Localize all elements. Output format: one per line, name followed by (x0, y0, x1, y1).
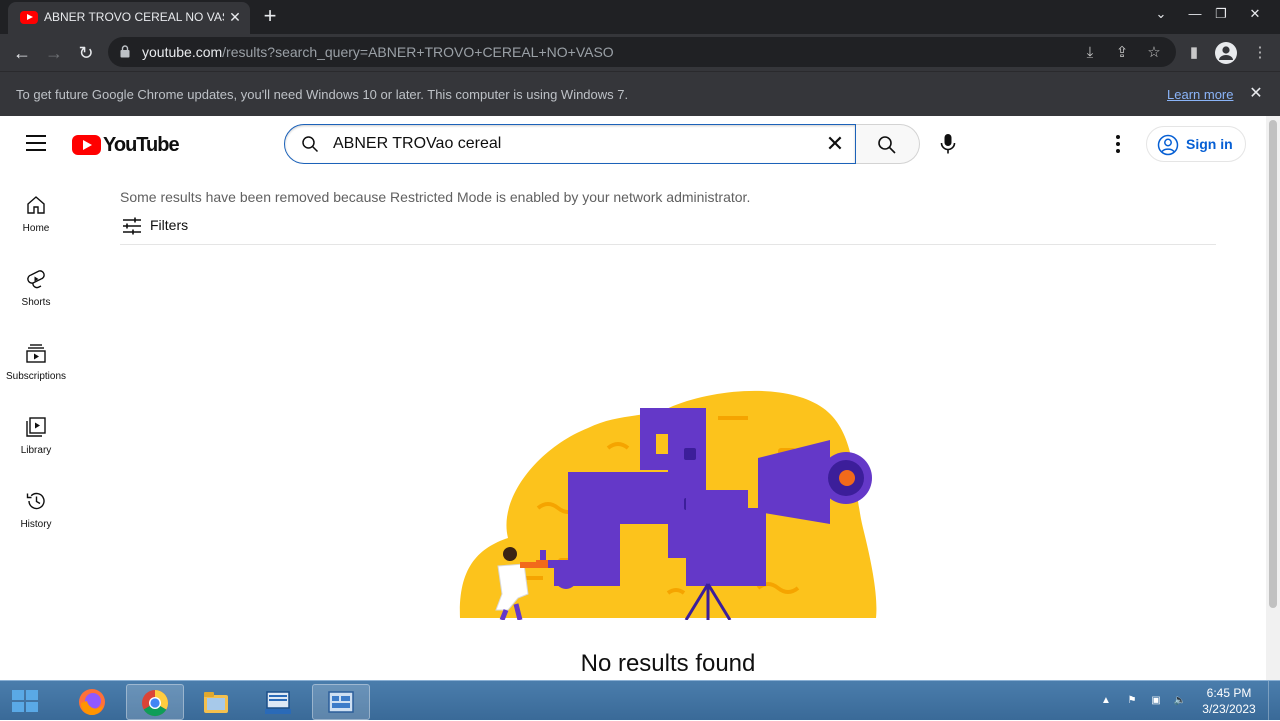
browser-tab[interactable]: ABNER TROVO CEREAL NO VASO ✕ (8, 2, 250, 34)
filters-label: Filters (150, 217, 189, 233)
back-button[interactable]: ← (8, 39, 36, 67)
search-input[interactable] (333, 133, 813, 155)
learn-more-link[interactable]: Learn more (1167, 87, 1233, 102)
install-icon[interactable]: ⤓ (1080, 43, 1100, 63)
clear-search-icon[interactable]: ✕ (825, 133, 845, 155)
restore-button[interactable]: ❐ (1206, 2, 1236, 26)
youtube-header: YouTube ✕ Sign in (0, 116, 1266, 172)
logo-text: YouTube (103, 134, 180, 156)
close-window-button[interactable]: ✕ (1240, 2, 1270, 26)
more-options-icon[interactable] (1108, 132, 1128, 156)
subscriptions-icon (26, 344, 46, 363)
network-icon[interactable]: ▣ (1148, 693, 1164, 709)
taskbar-app-firefox[interactable] (64, 684, 122, 720)
volume-muted-icon[interactable]: 🔈 (1172, 693, 1188, 709)
forward-button[interactable]: → (40, 39, 68, 67)
clock-time[interactable]: 6:45 PM (1199, 686, 1259, 700)
no-results-illustration (459, 390, 877, 620)
tab-title: ABNER TROVO CEREAL NO VASO (44, 10, 224, 24)
show-hidden-icons-icon[interactable]: ▲ (1098, 693, 1114, 709)
sign-in-button[interactable]: Sign in (1146, 126, 1246, 162)
restricted-mode-message: Some results have been removed because R… (120, 189, 751, 205)
page-scrollbar[interactable] (1266, 116, 1280, 680)
side-panel-icon[interactable]: ▮ (1184, 43, 1204, 63)
sidebar-item-label: Home (22, 223, 50, 234)
text-editor-icon (265, 691, 291, 714)
share-icon[interactable]: ⇪ (1112, 43, 1132, 63)
chrome-icon (142, 690, 169, 717)
bookmark-star-icon[interactable]: ☆ (1144, 43, 1164, 63)
taskbar-app-chrome[interactable] (126, 684, 184, 720)
address-bar[interactable]: youtube.com/results?search_query=ABNER+T… (108, 37, 1176, 67)
sidebar-item-label: Library (20, 445, 52, 456)
control-panel-icon (328, 691, 354, 713)
taskbar-app-control-panel[interactable] (312, 684, 370, 720)
browser-tab-strip: ABNER TROVO CEREAL NO VASO ✕ + ⌄ — ❐ ✕ (0, 0, 1280, 34)
filters-icon (123, 217, 141, 235)
search-box: ✕ (284, 124, 856, 164)
sidebar-item-subscriptions[interactable]: Subscriptions (0, 334, 72, 408)
new-tab-button[interactable]: + (258, 5, 282, 29)
tab-close-icon[interactable]: ✕ (226, 8, 244, 26)
search-button[interactable] (856, 124, 920, 164)
sidebar-item-home[interactable]: Home (0, 186, 72, 260)
sidebar-item-label: Subscriptions (5, 371, 67, 382)
library-icon (26, 417, 46, 437)
update-infobar: To get future Google Chrome updates, you… (0, 71, 1280, 116)
reload-button[interactable]: ↻ (72, 39, 100, 67)
browser-toolbar: ← → ↻ youtube.com/results?search_query=A… (0, 34, 1280, 71)
hamburger-menu-icon[interactable] (26, 135, 46, 151)
sidebar-item-library[interactable]: Library (0, 408, 72, 482)
profile-avatar-icon[interactable] (1214, 41, 1238, 65)
chrome-menu-icon[interactable]: ⋮ (1250, 43, 1270, 63)
voice-search-mic-icon[interactable] (930, 126, 966, 162)
sidebar-item-shorts[interactable]: Shorts (0, 260, 72, 334)
sidebar-item-label: Shorts (21, 297, 51, 308)
youtube-logo[interactable]: YouTube (72, 134, 180, 156)
firefox-icon (79, 689, 105, 716)
history-icon (26, 492, 45, 510)
start-button-windows-icon[interactable] (10, 687, 40, 715)
clock-date[interactable]: 3/23/2023 (1195, 702, 1263, 716)
file-explorer-icon (204, 692, 228, 713)
infobar-close-icon[interactable]: ✕ (1246, 84, 1266, 104)
taskbar-app-file-explorer[interactable] (188, 684, 246, 720)
url-text: youtube.com/results?search_query=ABNER+T… (142, 44, 614, 60)
sign-in-label: Sign in (1186, 136, 1233, 152)
no-results-heading: No results found (580, 650, 756, 677)
home-icon (27, 196, 45, 214)
windows-taskbar: ▲ ⚑ ▣ 🔈 6:45 PM 3/23/2023 (0, 680, 1280, 721)
divider (120, 244, 1216, 245)
sidebar-item-history[interactable]: History (0, 482, 72, 556)
account-circle-icon (1157, 134, 1179, 156)
action-center-flag-icon[interactable]: ⚑ (1124, 693, 1140, 709)
sidebar-item-label: History (20, 519, 52, 530)
shorts-icon (27, 270, 45, 289)
infobar-message: To get future Google Chrome updates, you… (16, 87, 629, 102)
scrollbar-thumb[interactable] (1269, 120, 1277, 608)
lock-icon[interactable] (120, 45, 130, 58)
show-desktop-button[interactable] (1268, 681, 1280, 721)
search-button-icon (878, 136, 896, 154)
url-domain: youtube.com (142, 44, 223, 60)
search-icon (302, 136, 319, 153)
url-path: /results?search_query=ABNER+TROVO+CEREAL… (222, 44, 614, 60)
youtube-favicon-icon (20, 11, 38, 24)
tab-search-icon[interactable]: ⌄ (1146, 2, 1176, 26)
taskbar-app-text-editor[interactable] (250, 684, 308, 720)
youtube-play-logo-icon (72, 135, 101, 155)
